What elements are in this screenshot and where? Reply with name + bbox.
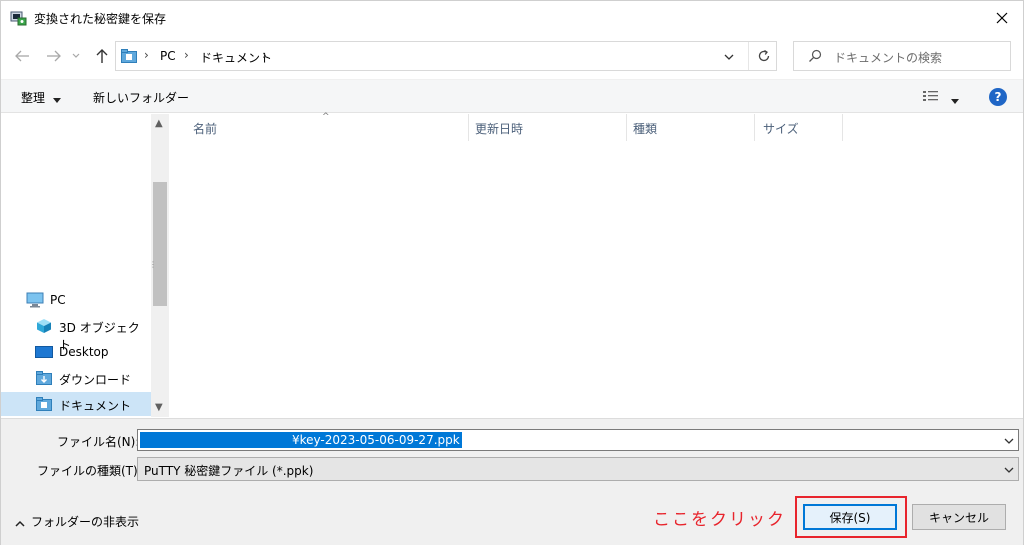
sidebar-item-label: PC [50,293,66,307]
hide-folders-label: フォルダーの非表示 [31,515,140,529]
close-icon [996,12,1008,24]
caret-down-icon[interactable] [951,93,959,107]
documents-icon [35,396,53,412]
command-toolbar: 整理 新しいフォルダー ? [1,79,1023,113]
chevron-down-icon [72,53,80,58]
chevron-down-icon [1004,462,1014,476]
close-button[interactable] [989,5,1015,31]
back-button[interactable] [11,45,33,67]
sidebar-item-pc[interactable]: PC [1,288,151,312]
sidebar-item-desktop[interactable]: Desktop [1,340,151,364]
pc-icon [26,292,44,308]
organize-button[interactable]: 整理 [21,89,45,106]
cancel-button[interactable]: キャンセル [912,504,1006,530]
column-header-size[interactable]: サイズ [755,114,843,141]
column-header-label: 更新日時 [475,122,524,136]
sidebar-item-label: ダウンロード [59,373,132,387]
back-arrow-icon [15,50,29,62]
up-button[interactable] [91,45,113,67]
column-header-type[interactable]: 種類 [627,114,755,141]
column-header-label: 種類 [633,122,658,136]
filetype-value: PuTTY 秘密鍵ファイル (*.ppk) [144,464,314,478]
filename-label: ファイル名(N): [57,435,140,449]
save-button[interactable]: 保存(S) [803,504,897,530]
filetype-label: ファイルの種類(T): [37,464,142,478]
filename-value: ¥key-2023-05-06-09-27.ppk [140,432,462,448]
up-arrow-icon [96,49,108,63]
file-list[interactable]: 名前 ^ 更新日時 種類 サイズ [171,112,1023,417]
forward-arrow-icon [47,50,61,62]
filetype-select[interactable]: PuTTY 秘密鍵ファイル (*.ppk) [137,457,1019,481]
caret-down-icon [53,92,61,106]
recent-locations-button[interactable] [69,45,83,67]
column-header-label: 名前 [193,122,218,136]
new-folder-button[interactable]: 新しいフォルダー [93,89,189,106]
pane-splitter-grip[interactable]: ⋮ [149,260,157,269]
desktop-icon [35,344,53,360]
filename-input[interactable]: ¥key-2023-05-06-09-27.ppk [137,429,1019,451]
sidebar-item-documents[interactable]: ドキュメント [1,392,151,416]
scroll-down-icon[interactable]: ▼ [155,402,163,413]
search-placeholder: ドキュメントの検索 [834,51,943,65]
address-dropdown-button[interactable] [720,48,738,66]
address-bar[interactable]: › PC › ドキュメント › [115,41,777,71]
help-button[interactable]: ? [989,88,1007,106]
search-icon [808,49,822,66]
scrollbar-thumb[interactable] [153,182,167,306]
sidebar-item-label: ドキュメント [59,399,132,413]
sidebar-item-downloads[interactable]: ダウンロード [1,366,151,390]
refresh-button[interactable] [748,42,778,70]
breadcrumb-separator: › [262,48,267,62]
chevron-up-icon [15,516,25,530]
3d-objects-icon [35,318,53,334]
navigation-pane: PC 3D オブジェクト Desktop ダウンロード ドキュメント ▲ ▼ ⋮ [1,114,171,417]
chevron-down-icon[interactable] [1004,433,1014,447]
column-header-label: サイズ [763,122,799,136]
refresh-icon [758,49,769,62]
save-form: ファイル名(N): ¥key-2023-05-06-09-27.ppk ファイル… [1,418,1023,545]
navigation-row: › PC › ドキュメント › ドキュメントの検索 [1,37,1023,77]
documents-folder-icon [121,49,137,63]
click-here-annotation: ここをクリック [653,510,786,530]
sidebar-item-label: Desktop [59,345,109,359]
breadcrumb-pc[interactable]: PC [160,49,176,63]
save-dialog: 変換された秘密鍵を保存 › PC › ドキュメント › ドキュメントの検索 整理… [0,0,1024,545]
breadcrumb-separator: › [184,48,189,62]
chevron-down-icon [724,54,734,60]
title-bar: 変換された秘密鍵を保存 [1,1,1023,35]
sidebar-item-3d-objects[interactable]: 3D オブジェクト [1,314,151,352]
column-header-modified[interactable]: 更新日時 [469,114,627,141]
view-options-button[interactable] [922,89,940,106]
window-title: 変換された秘密鍵を保存 [34,12,167,26]
sort-ascending-icon: ^ [322,112,330,122]
column-header-name[interactable]: 名前 ^ [171,112,469,141]
details-view-icon [923,91,938,101]
downloads-icon [35,370,53,386]
scroll-up-icon[interactable]: ▲ [155,118,163,129]
breadcrumb-separator: › [144,48,149,62]
puttygen-app-icon [10,9,28,27]
forward-button[interactable] [43,45,65,67]
search-box[interactable]: ドキュメントの検索 [793,41,1011,71]
